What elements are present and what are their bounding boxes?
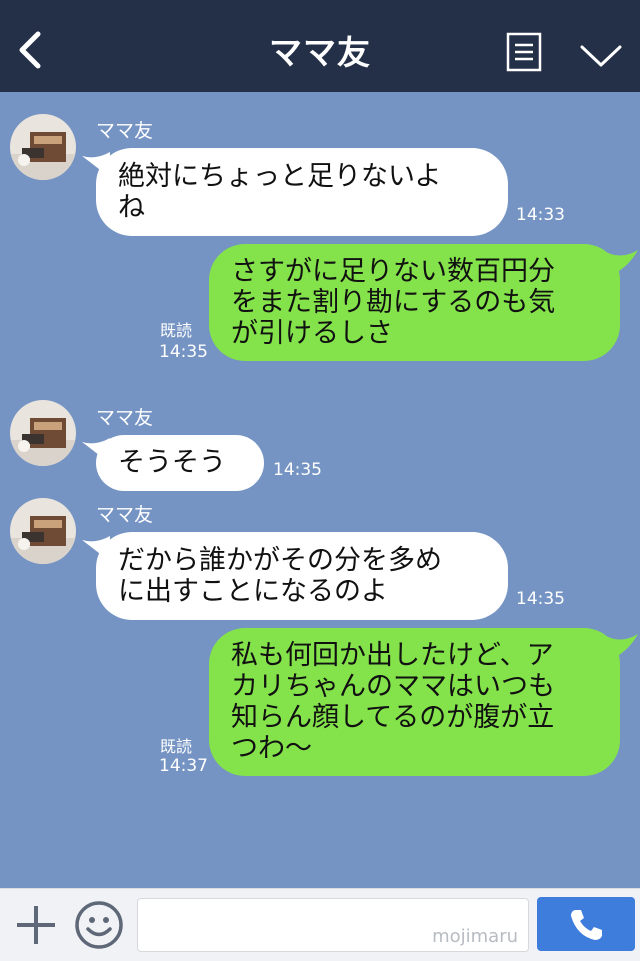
sender-name: ママ友: [96, 120, 154, 142]
outgoing-message[interactable]: さすがに足りない数百円分 をまた割り勘にするのも気 が引けるしさ: [209, 244, 620, 361]
message-time: 14:37: [159, 756, 208, 776]
read-status: 既読: [160, 737, 193, 756]
read-status: 既読: [160, 321, 193, 340]
avatar[interactable]: [10, 114, 76, 180]
incoming-message[interactable]: そうそう: [96, 435, 264, 491]
smiley-icon[interactable]: [74, 900, 124, 950]
chat-header: ママ友: [0, 0, 640, 92]
avatar[interactable]: [10, 400, 76, 466]
phone-icon: [571, 910, 602, 940]
message-time: 14:35: [273, 460, 322, 480]
message-time: 14:35: [516, 589, 565, 609]
incoming-message[interactable]: 絶対にちょっと足りないよ ね: [96, 148, 508, 236]
input-bar: mojimaru: [0, 888, 640, 961]
menu-list-icon[interactable]: [506, 32, 542, 72]
sender-name: ママ友: [96, 504, 154, 526]
watermark: mojimaru: [432, 926, 518, 947]
chat-title: ママ友: [269, 33, 371, 72]
message-list[interactable]: ママ友 絶対にちょっと足りないよ ね 14:33 既読 14:35 さすがに足り…: [0, 92, 640, 888]
chevron-down-icon[interactable]: [580, 44, 622, 68]
outgoing-message[interactable]: 私も何回か出したけど、ア カリちゃんのママはいつも 知らん顔してるのが腹が立 つ…: [209, 628, 620, 776]
message-time: 14:33: [516, 205, 565, 225]
plus-icon[interactable]: [14, 903, 58, 947]
message-time: 14:35: [159, 342, 208, 362]
incoming-message[interactable]: だから誰かがその分を多め に出すことになるのよ: [96, 532, 508, 620]
message-input[interactable]: mojimaru: [137, 898, 529, 952]
sender-name: ママ友: [96, 407, 154, 429]
call-button[interactable]: [537, 897, 635, 951]
avatar[interactable]: [10, 498, 76, 564]
